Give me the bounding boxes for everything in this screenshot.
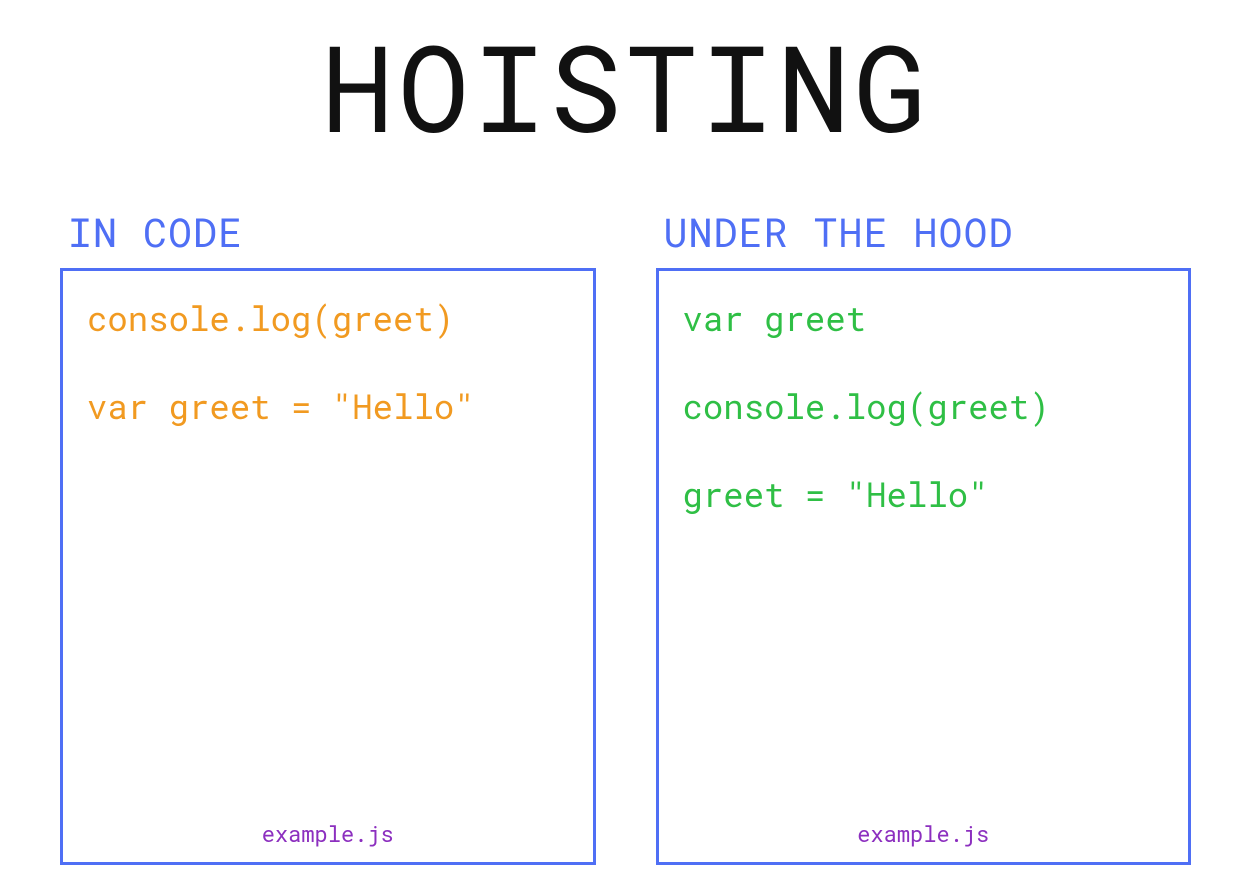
filename-label: example.js [683,819,1165,854]
in-code-box: console.log(greet) var greet = "Hello" e… [60,268,596,865]
code-line: var greet [683,297,1165,341]
page-title: HOISTING [60,6,1191,165]
under-the-hood-box: var greet console.log(greet) greet = "He… [656,268,1192,865]
under-the-hood-column: UNDER THE HOOD var greet console.log(gre… [656,205,1192,865]
under-the-hood-heading: UNDER THE HOOD [664,205,1192,258]
code-line: var greet = "Hello" [87,385,569,429]
diagram-page: HOISTING IN CODE console.log(greet) var … [0,0,1251,895]
code-line: console.log(greet) [683,385,1165,429]
in-code-heading: IN CODE [68,205,596,258]
code-line: greet = "Hello" [683,473,1165,517]
columns: IN CODE console.log(greet) var greet = "… [60,205,1191,865]
filename-label: example.js [87,819,569,854]
in-code-column: IN CODE console.log(greet) var greet = "… [60,205,596,865]
code-line: console.log(greet) [87,297,569,341]
